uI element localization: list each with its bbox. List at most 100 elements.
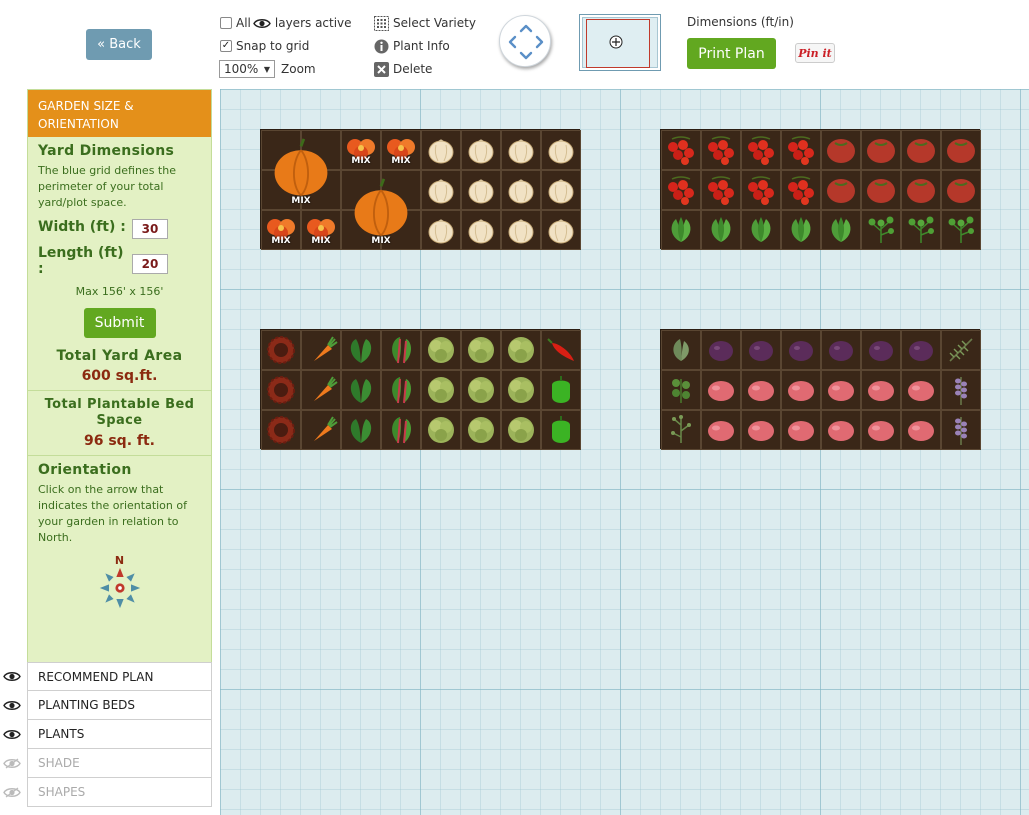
plant-cell-oregano[interactable] [661,370,701,410]
plant-cell-chard[interactable] [381,330,421,370]
plant-cell-onion[interactable] [421,170,461,210]
plant-cell-carrot[interactable] [301,330,341,370]
plant-cell-purple-potato[interactable] [901,330,941,370]
delete-tool[interactable]: Delete [374,60,432,78]
plant-info-tool[interactable]: Plant Info [374,37,450,55]
plant-cell-lavender[interactable] [941,370,981,410]
plant-cell-onion[interactable] [541,130,581,170]
plant-cell-cherry-tomato[interactable] [741,130,781,170]
plant-cell-chard[interactable] [381,370,421,410]
plant-cell-heirloom-tomato[interactable] [821,130,861,170]
plant-cell-cherry-tomato[interactable] [661,130,701,170]
plant-cell-onion[interactable] [461,130,501,170]
print-plan-button[interactable]: Print Plan [687,38,776,69]
plant-cell-spinach[interactable] [341,330,381,370]
plant-cell-purple-potato[interactable] [741,330,781,370]
width-input[interactable]: 30 [132,219,168,239]
plant-cell-sage[interactable] [661,330,701,370]
plant-cell-sunflower[interactable] [261,410,301,450]
plant-cell-cherry-tomato[interactable] [741,170,781,210]
plant-cell-nasturtium-mix[interactable]: MIX [381,130,421,170]
plant-cell-heirloom-tomato[interactable] [861,170,901,210]
plant-cell-spinach[interactable] [341,410,381,450]
plant-cell-cherry-tomato[interactable] [701,130,741,170]
plant-cell-red-potato[interactable] [821,410,861,450]
eye-icon[interactable] [3,671,21,682]
all-layers-checkbox[interactable] [220,17,232,29]
plant-cell-red-potato[interactable] [741,370,781,410]
plant-cell-cherry-tomato[interactable] [661,170,701,210]
plant-cell-red-potato[interactable] [701,370,741,410]
eye-hidden-icon[interactable] [3,787,21,798]
planting-bed[interactable] [660,329,981,450]
plant-cell-carrot[interactable] [301,370,341,410]
compass-rose[interactable]: N [90,554,150,614]
eye-hidden-icon[interactable] [3,758,21,769]
plant-cell-nasturtium-mix[interactable]: MIX [301,210,341,250]
plant-cell-red-potato[interactable] [781,410,821,450]
layer-planting-beds-button[interactable]: Planting Beds [27,691,212,720]
plant-cell-chili-pepper[interactable] [541,330,581,370]
plant-cell-sunflower[interactable] [261,330,301,370]
plant-cell-basil[interactable] [821,210,861,250]
plant-cell-cherry-tomato[interactable] [701,170,741,210]
plant-cell-bell-pepper[interactable] [541,410,581,450]
pinterest-pin-button[interactable]: Pin it [795,43,835,63]
plant-cell-spinach[interactable] [341,370,381,410]
plant-cell-lettuce[interactable] [501,370,541,410]
plant-cell-red-potato[interactable] [901,370,941,410]
planting-bed[interactable]: MIX MIX MIX MIX MIX MIX [260,129,581,250]
plant-cell-cherry-tomato[interactable] [781,130,821,170]
plant-cell-onion[interactable] [461,210,501,250]
plant-cell-onion[interactable] [421,210,461,250]
pan-navigator[interactable] [499,15,551,67]
eye-icon[interactable] [3,700,21,711]
plant-cell-heirloom-tomato[interactable] [901,170,941,210]
garden-grid-canvas[interactable]: MIX MIX MIX MIX MIX MIX [220,89,1029,815]
submit-button[interactable]: Submit [83,308,156,338]
plant-cell-heirloom-tomato[interactable] [941,170,981,210]
snap-to-grid-toggle[interactable]: ✓ Snap to grid [220,37,309,55]
plant-cell-basil[interactable] [741,210,781,250]
plant-cell-lettuce[interactable] [501,330,541,370]
back-button[interactable]: « Back [86,29,152,60]
minimap[interactable] [579,14,661,71]
layer-plants-button[interactable]: Plants [27,720,212,749]
plant-cell-onion[interactable] [421,130,461,170]
plant-cell-lavender[interactable] [941,410,981,450]
planting-bed[interactable] [660,129,981,250]
plant-cell-onion[interactable] [501,170,541,210]
plant-cell-sunflower[interactable] [261,370,301,410]
plant-cell-lettuce[interactable] [421,330,461,370]
select-variety-tool[interactable]: Select Variety [374,14,476,32]
plant-cell-bell-pepper[interactable] [541,370,581,410]
plant-cell-chard[interactable] [381,410,421,450]
plant-cell-rosemary[interactable] [941,330,981,370]
plant-cell-onion[interactable] [501,130,541,170]
plant-cell-carrot[interactable] [301,410,341,450]
zoom-select[interactable]: 100% ▼ [219,60,275,78]
plant-cell-lettuce[interactable] [461,330,501,370]
plant-cell-onion[interactable] [541,170,581,210]
plant-cell-purple-potato[interactable] [861,330,901,370]
plant-cell-basil[interactable] [701,210,741,250]
pumpkin-icon[interactable]: MIX [261,130,341,210]
layer-recommend-plan-button[interactable]: Recommend Plan [27,662,212,691]
plant-cell-red-potato[interactable] [781,370,821,410]
layer-shapes-button[interactable]: Shapes [27,778,212,807]
plant-cell-red-potato[interactable] [861,410,901,450]
plant-cell-parsley[interactable] [861,210,901,250]
plant-cell-purple-potato[interactable] [821,330,861,370]
plant-cell-cherry-tomato[interactable] [781,170,821,210]
plant-cell-parsley[interactable] [901,210,941,250]
plant-cell-heirloom-tomato[interactable] [821,170,861,210]
plant-cell-lettuce[interactable] [501,410,541,450]
sidebar-header[interactable]: Garden Size & Orientation [28,90,211,137]
snap-to-grid-checkbox[interactable]: ✓ [220,40,232,52]
plant-cell-nasturtium-mix[interactable]: MIX [341,130,381,170]
plant-cell-parsley[interactable] [941,210,981,250]
plant-cell-heirloom-tomato[interactable] [861,130,901,170]
plant-cell-red-potato[interactable] [701,410,741,450]
plant-cell-purple-potato[interactable] [701,330,741,370]
plant-cell-lettuce[interactable] [461,410,501,450]
